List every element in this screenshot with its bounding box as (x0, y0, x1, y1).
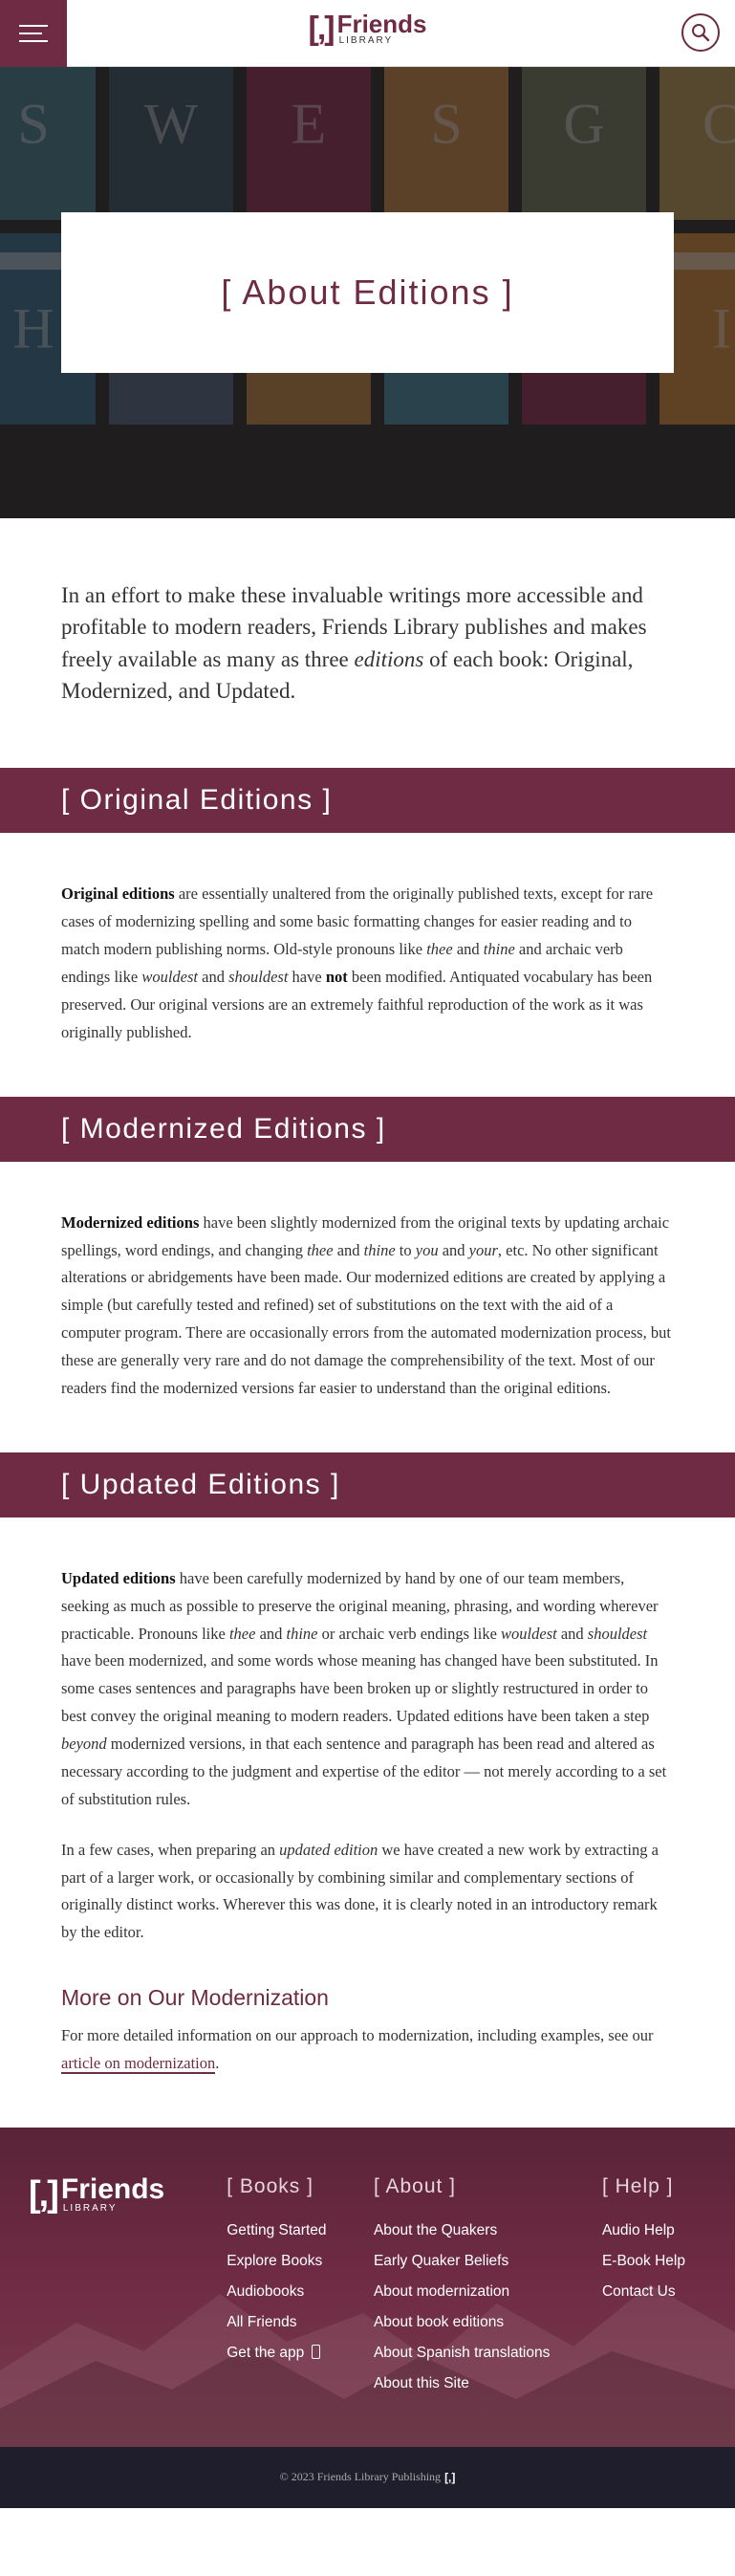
body-text: and (438, 1240, 469, 1259)
emphasis: your (468, 1240, 498, 1259)
footer-link[interactable]: About modernization (374, 2277, 602, 2307)
body-text: have (288, 968, 326, 986)
hamburger-icon-line (19, 40, 48, 42)
emphasis: you (415, 1240, 439, 1259)
hero-title-card: [ About Editions ] (61, 212, 674, 373)
search-button[interactable] (681, 13, 720, 52)
intro-section: In an effort to make these invaluable wr… (0, 518, 735, 768)
phone-icon (312, 2344, 321, 2359)
intro-paragraph: In an effort to make these invaluable wr… (61, 579, 674, 707)
search-icon (692, 24, 710, 42)
footer-link-label: Get the app (227, 2344, 305, 2361)
updated-paragraph-2: In a few cases, when preparing an update… (61, 1837, 674, 1948)
emphasis: thee (307, 1240, 334, 1259)
intro-emphasis: editions (354, 646, 424, 671)
lead-term: Modernized editions (61, 1212, 200, 1232)
footer-link[interactable]: Audiobooks (227, 2277, 374, 2307)
emphasis: shouldest (587, 1624, 648, 1643)
body-text: and (255, 1624, 287, 1643)
footer-help-heading: [ Help ] (601, 2174, 674, 2197)
updated-editions-header: [ Updated Editions ] (0, 1452, 735, 1517)
body-text: to (395, 1240, 416, 1259)
footer-link[interactable]: Audio Help (602, 2216, 706, 2246)
modernized-editions-header: [ Modernized Editions ] (0, 1096, 735, 1162)
emphasis: thine (286, 1624, 318, 1643)
body-text: modernized versions, in that each senten… (61, 1735, 667, 1808)
logo-sub: LIBRARY (338, 35, 394, 46)
hamburger-icon (19, 25, 48, 27)
original-paragraph: Original editions are essentially unalte… (61, 881, 674, 1046)
body-text: In a few cases, when preparing an (61, 1840, 280, 1859)
footer-logo-name: Friends (60, 2172, 165, 2205)
modernization-article-link[interactable]: article on modernization (61, 2054, 216, 2074)
more-paragraph: For more detailed information on our app… (61, 2022, 674, 2078)
section-heading: [ Original Editions ] (61, 784, 333, 817)
footer-link[interactable]: About book editions (374, 2307, 602, 2338)
footer-about-column: [ About ] About the Quakers Early Quaker… (374, 2175, 602, 2399)
original-editions-section: Original editions are essentially unalte… (0, 833, 735, 1096)
footer-logo-sub: LIBRARY (62, 2202, 118, 2214)
footer-about-heading: [ About ] (373, 2174, 457, 2197)
footer-books-column: [ Books ] Getting Started Explore Books … (227, 2175, 374, 2399)
footer-help-column: [ Help ] Audio Help E-Book Help Contact … (602, 2175, 706, 2399)
section-heading: [ Modernized Editions ] (61, 1112, 386, 1145)
footer-columns: [,] Friends LIBRARY [ Books ] Getting St… (29, 2172, 706, 2399)
footer-link-get-the-app[interactable]: Get the app (227, 2338, 374, 2369)
footer-link[interactable]: About Spanish translations (374, 2338, 602, 2369)
top-bar: [,] Friends LIBRARY (0, 0, 735, 67)
emphasis: thine (483, 940, 515, 959)
site-logo[interactable]: [,] Friends LIBRARY (308, 11, 426, 46)
page-title: [ About Editions ] (221, 273, 514, 312)
logo-mark: [,] (308, 11, 335, 47)
body-text: or archaic verb endings like (317, 1624, 502, 1643)
footer-books-heading: [ Books ] (227, 2174, 313, 2197)
lead-term: Updated editions (61, 1568, 176, 1587)
body-text: have been modernized, and some words who… (61, 1651, 659, 1726)
footer-link[interactable]: Early Quaker Beliefs (374, 2246, 602, 2277)
footer-link[interactable]: Getting Started (227, 2216, 374, 2246)
body-text: and (333, 1240, 364, 1259)
more-on-modernization-heading: More on Our Modernization (61, 1985, 329, 2011)
body-text: and (452, 940, 484, 959)
footer-link[interactable]: About the Quakers (374, 2216, 602, 2246)
logo-text: Friends LIBRARY (337, 11, 427, 46)
footer-link[interactable]: About this Site (374, 2369, 602, 2399)
emphasis: thine (363, 1240, 396, 1259)
footer-link[interactable]: E-Book Help (602, 2246, 706, 2277)
site-footer: [,] Friends LIBRARY [ Books ] Getting St… (0, 2127, 735, 2447)
hamburger-menu-button[interactable] (0, 0, 67, 67)
original-editions-header: [ Original Editions ] (0, 768, 735, 834)
modernized-paragraph: Modernized editions have been slightly m… (61, 1210, 674, 1403)
hero-banner: SWESGCHTEPSI [ About Editions ] (0, 67, 735, 518)
emphasis: shouldest (228, 968, 289, 986)
body-text: and (556, 1624, 588, 1643)
copyright-bar: © 2023 Friends Library Publishing [,] (0, 2446, 735, 2508)
body-text: , etc. No other significant alterations … (61, 1240, 671, 1397)
emphasis: thee (426, 940, 453, 959)
emphasis: thee (228, 1624, 256, 1643)
footer-link[interactable]: Contact Us (602, 2277, 706, 2307)
updated-editions-section: Updated editions have been carefully mod… (0, 1517, 735, 2128)
emphasis: beyond (61, 1735, 107, 1753)
footer-logo[interactable]: [,] Friends LIBRARY (29, 2172, 227, 2215)
body-text: and (198, 968, 229, 986)
body-text: . (215, 2054, 220, 2072)
emphasis: wouldest (141, 968, 198, 986)
footer-link[interactable]: All Friends (227, 2307, 374, 2338)
footer-logo-mark: [,] (29, 2173, 59, 2215)
section-heading: [ Updated Editions ] (61, 1468, 340, 1500)
emphasis: updated edition (279, 1840, 378, 1859)
copyright-text: © 2023 Friends Library Publishing (279, 2470, 442, 2484)
modernized-editions-section: Modernized editions have been slightly m… (0, 1162, 735, 1452)
bold-term: not (325, 968, 348, 986)
body-text: For more detailed information on our app… (61, 2026, 654, 2045)
hamburger-icon-line (19, 33, 42, 34)
updated-paragraph: Updated editions have been carefully mod… (61, 1565, 674, 1814)
footer-logo-text: Friends LIBRARY (60, 2172, 165, 2214)
logo-name: Friends (336, 10, 427, 38)
emphasis: wouldest (501, 1624, 557, 1643)
copyright-logo-mark: [,] (444, 2470, 456, 2484)
lead-term: Original editions (61, 884, 175, 904)
footer-link[interactable]: Explore Books (227, 2246, 374, 2277)
